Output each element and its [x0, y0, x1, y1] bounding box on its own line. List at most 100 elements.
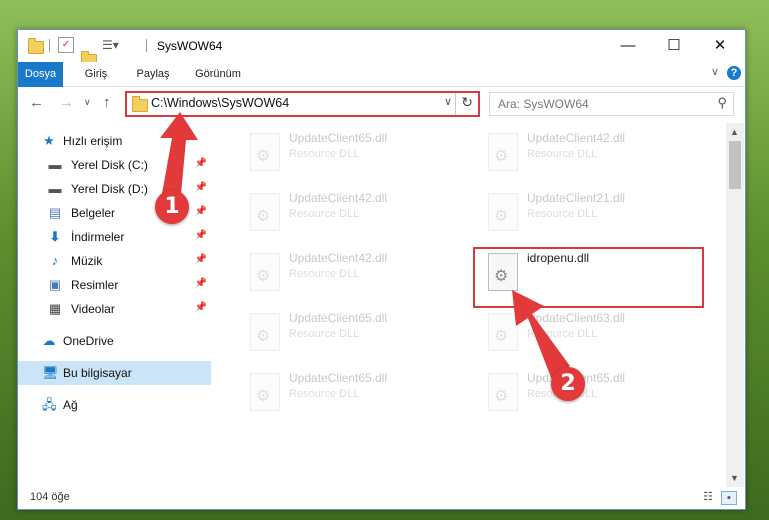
navigation-bar: ← → ∨ ↑ C:\Windows\SysWOW64 ∨ ↻ Ara: Sys… [18, 87, 745, 121]
customize-quick-access-icon[interactable]: ☰▾ [102, 38, 119, 56]
sidebar-item-quick-access[interactable]: ★ Hızlı erişim [18, 129, 211, 153]
refresh-icon[interactable]: ↻ [461, 94, 473, 111]
target-file-highlight [473, 247, 704, 308]
title-bar: ✓ ☰▾ SysWOW64 — ☐ ✕ [18, 30, 745, 67]
window-title: SysWOW64 [157, 39, 223, 53]
minimize-button[interactable]: — [605, 30, 651, 61]
sidebar-item-onedrive[interactable]: ☁ OneDrive [18, 329, 211, 353]
navigation-pane: ★ Hızlı erişim ▬ Yerel Disk (C:) 📌 ▬ Yer… [18, 123, 211, 487]
help-icon[interactable]: ? [727, 66, 741, 80]
dll-file-icon [488, 373, 518, 411]
drive-icon: ▬ [48, 157, 62, 172]
sidebar-item-label: Resimler [71, 278, 119, 292]
pin-icon[interactable]: 📌 [195, 206, 207, 217]
dll-file-icon [250, 133, 280, 171]
scroll-up-icon[interactable]: ▲ [730, 127, 739, 137]
ribbon-tabs: Dosya Giriş Paylaş Görünüm ∨ ? [18, 62, 745, 114]
file-item[interactable]: UpdateClient21.dll Resource DLL [480, 185, 702, 237]
search-box[interactable]: Ara: SysWOW64 ⚲ [489, 92, 734, 116]
tab-home[interactable]: Giriş [76, 62, 116, 86]
sidebar-item-network[interactable]: 🖧 Ağ [18, 393, 211, 417]
search-icon: ⚲ [717, 95, 727, 110]
pin-icon[interactable]: 📌 [195, 302, 207, 313]
file-item[interactable]: UpdateClient65.dll Resource DLL [480, 365, 702, 417]
sidebar-item-videos[interactable]: ▦ Videolar 📌 [18, 297, 211, 321]
dll-file-icon [488, 313, 518, 351]
file-name: UpdateClient42.dll [289, 251, 388, 265]
sidebar-item-label: İndirmeler [71, 230, 125, 244]
sidebar-item-label: Ağ [63, 398, 78, 412]
folder-icon [132, 96, 148, 112]
file-name: UpdateClient42.dll [527, 131, 626, 145]
pin-icon[interactable]: 📌 [195, 182, 207, 193]
sidebar-item-label: Videolar [71, 302, 115, 316]
sidebar-item-label: OneDrive [63, 334, 114, 348]
close-button[interactable]: ✕ [697, 30, 743, 61]
sidebar-item-label: Belgeler [71, 206, 116, 220]
divider [455, 93, 456, 115]
dll-file-icon [250, 373, 280, 411]
file-item[interactable]: UpdateClient65.dll Resource DLL [242, 365, 464, 417]
address-dropdown-icon[interactable]: ∨ [444, 95, 452, 108]
sidebar-item-pictures[interactable]: ▣ Resimler 📌 [18, 273, 211, 297]
tab-view[interactable]: Görünüm [188, 62, 248, 86]
search-input[interactable]: Ara: SysWOW64 [498, 97, 589, 111]
sidebar-item-label: Hızlı erişim [63, 134, 123, 148]
address-bar[interactable]: C:\Windows\SysWOW64 ∨ ↻ [125, 91, 480, 117]
file-type: Resource DLL [289, 148, 360, 160]
file-name: UpdateClient65.dll [289, 311, 388, 325]
divider [49, 39, 50, 52]
sidebar-item-label: Yerel Disk (C:) [71, 158, 148, 172]
file-type: Resource DLL [289, 268, 360, 280]
recent-locations-button[interactable]: ∨ [84, 97, 91, 108]
music-icon: ♪ [51, 253, 59, 268]
explorer-window: ✓ ☰▾ SysWOW64 — ☐ ✕ Dosya Giriş Paylaş G… [17, 29, 746, 510]
star-icon: ★ [43, 133, 55, 148]
properties-icon[interactable]: ✓ [58, 37, 74, 53]
vertical-scrollbar[interactable]: ▲ ▼ [726, 123, 744, 487]
pin-icon[interactable]: 📌 [195, 254, 207, 265]
back-button[interactable]: ← [29, 94, 44, 111]
file-type: Resource DLL [527, 328, 598, 340]
documents-icon: ▤ [48, 205, 62, 220]
file-name: UpdateClient65.dll [289, 371, 388, 385]
file-name: UpdateClient42.dll [289, 191, 388, 205]
divider [146, 39, 147, 52]
scroll-down-icon[interactable]: ▼ [730, 473, 739, 483]
tab-share[interactable]: Paylaş [128, 62, 178, 86]
file-type: Resource DLL [527, 148, 598, 160]
dll-file-icon [488, 133, 518, 171]
up-button[interactable]: ↑ [103, 94, 111, 111]
file-name: UpdateClient63.dll [527, 311, 626, 325]
pin-icon[interactable]: 📌 [195, 230, 207, 241]
maximize-button[interactable]: ☐ [651, 30, 697, 61]
file-item[interactable]: UpdateClient65.dll Resource DLL [242, 305, 464, 357]
sidebar-item-local-disk-c[interactable]: ▬ Yerel Disk (C:) 📌 [18, 153, 211, 177]
sidebar-item-this-pc[interactable]: 🖥 Bu bilgisayar [18, 361, 211, 385]
file-item[interactable]: UpdateClient42.dll Resource DLL [242, 245, 464, 297]
forward-button[interactable]: → [59, 94, 74, 111]
sidebar-item-downloads[interactable]: ⬇ İndirmeler 📌 [18, 225, 211, 249]
sidebar-item-music[interactable]: ♪ Müzik 📌 [18, 249, 211, 273]
step-2-badge: 2 [551, 367, 585, 401]
folder-icon [28, 38, 44, 54]
file-name: UpdateClient21.dll [527, 191, 626, 205]
file-item[interactable]: UpdateClient42.dll Resource DLL [480, 125, 702, 177]
file-type: Resource DLL [289, 388, 360, 400]
pin-icon[interactable]: 📌 [195, 278, 207, 289]
step-1-badge: 1 [155, 190, 189, 224]
pin-icon[interactable]: 📌 [195, 158, 207, 169]
large-icons-view-icon[interactable]: ▪ [721, 491, 737, 505]
file-item[interactable]: UpdateClient65.dll Resource DLL [242, 125, 464, 177]
collapse-ribbon-icon[interactable]: ∨ [711, 65, 719, 78]
dll-file-icon [488, 193, 518, 231]
file-item[interactable]: UpdateClient42.dll Resource DLL [242, 185, 464, 237]
pictures-icon: ▣ [48, 277, 62, 292]
computer-icon: 🖥 [42, 365, 59, 380]
sidebar-item-label: Bu bilgisayar [63, 366, 132, 380]
scroll-thumb[interactable] [729, 141, 741, 189]
dll-file-icon [250, 253, 280, 291]
address-path[interactable]: C:\Windows\SysWOW64 [151, 96, 289, 110]
details-view-icon[interactable]: ☷ [701, 491, 715, 503]
file-item[interactable]: UpdateClient63.dll Resource DLL [480, 305, 702, 357]
